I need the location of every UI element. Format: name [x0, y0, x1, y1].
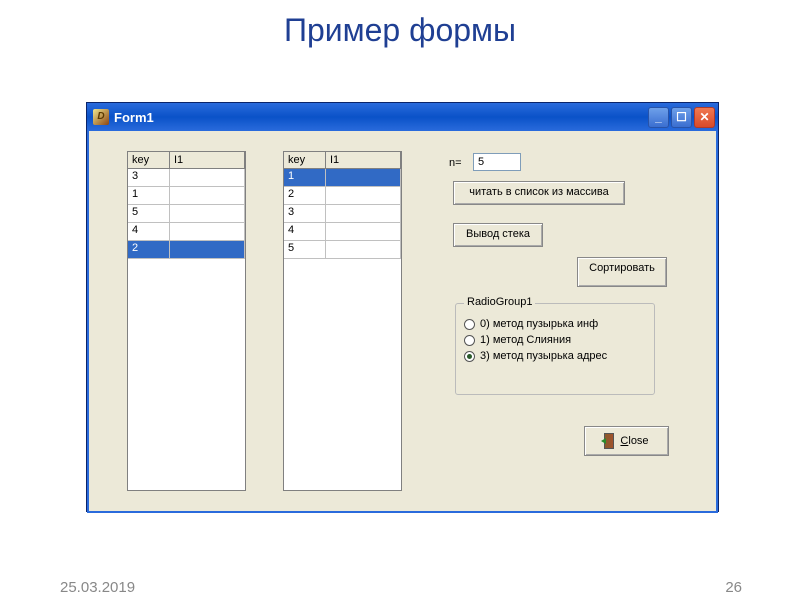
n-label: n=: [449, 157, 462, 169]
cell-i1: [170, 223, 245, 240]
cell-key: 1: [128, 187, 170, 204]
cell-key: 5: [128, 205, 170, 222]
radio-item[interactable]: 3) метод пузырька адрес: [464, 350, 646, 362]
grid1-header-i1: I1: [170, 152, 245, 168]
radio-item[interactable]: 1) метод Слияния: [464, 334, 646, 346]
slide-page-number: 26: [725, 579, 742, 596]
cell-key: 2: [128, 241, 170, 258]
cell-i1: [170, 241, 245, 258]
string-grid-2[interactable]: key I1 12345: [283, 151, 402, 491]
radio-label: 3) метод пузырька адрес: [480, 350, 607, 362]
grid1-header-key: key: [128, 152, 170, 168]
table-row[interactable]: 4: [284, 223, 401, 241]
table-row[interactable]: 2: [284, 187, 401, 205]
cell-i1: [326, 241, 401, 258]
sort-button[interactable]: Сортировать: [577, 257, 667, 287]
radio-icon: [464, 335, 475, 346]
radio-group: RadioGroup1 0) метод пузырька инф1) мето…: [455, 303, 655, 395]
app-window: D Form1 _ ☐ ✕ key I1 31542 key I1 12345 …: [86, 102, 719, 512]
maximize-button[interactable]: ☐: [671, 107, 692, 128]
n-input[interactable]: [473, 153, 521, 171]
window-body: key I1 31542 key I1 12345 n= читать в сп…: [87, 131, 718, 513]
cell-key: 3: [284, 205, 326, 222]
radio-icon: [464, 351, 475, 362]
cell-key: 4: [128, 223, 170, 240]
table-row[interactable]: 2: [128, 241, 245, 259]
close-button[interactable]: Close: [584, 426, 669, 456]
radio-icon: [464, 319, 475, 330]
window-title: Form1: [114, 110, 648, 125]
cell-i1: [326, 187, 401, 204]
cell-key: 3: [128, 169, 170, 186]
radio-item[interactable]: 0) метод пузырька инф: [464, 318, 646, 330]
slide-date: 25.03.2019: [60, 579, 135, 596]
cell-key: 4: [284, 223, 326, 240]
minimize-button[interactable]: _: [648, 107, 669, 128]
cell-key: 2: [284, 187, 326, 204]
string-grid-1[interactable]: key I1 31542: [127, 151, 246, 491]
grid1-header: key I1: [128, 152, 245, 169]
grid2-header: key I1: [284, 152, 401, 169]
slide-title: Пример формы: [0, 12, 800, 49]
radio-label: 1) метод Слияния: [480, 334, 571, 346]
table-row[interactable]: 3: [128, 169, 245, 187]
read-list-button[interactable]: читать в список из массива: [453, 181, 625, 205]
door-icon: [604, 433, 614, 449]
table-row[interactable]: 4: [128, 223, 245, 241]
cell-i1: [326, 205, 401, 222]
cell-i1: [326, 223, 401, 240]
radio-label: 0) метод пузырька инф: [480, 318, 598, 330]
cell-key: 5: [284, 241, 326, 258]
grid2-header-key: key: [284, 152, 326, 168]
stack-output-button[interactable]: Вывод стека: [453, 223, 543, 247]
cell-key: 1: [284, 169, 326, 186]
cell-i1: [326, 169, 401, 186]
table-row[interactable]: 1: [128, 187, 245, 205]
cell-i1: [170, 205, 245, 222]
app-icon: D: [93, 109, 109, 125]
table-row[interactable]: 1: [284, 169, 401, 187]
window-controls: _ ☐ ✕: [648, 107, 715, 128]
grid2-header-i1: I1: [326, 152, 401, 168]
close-window-button[interactable]: ✕: [694, 107, 715, 128]
radio-group-caption: RadioGroup1: [464, 296, 535, 308]
cell-i1: [170, 187, 245, 204]
titlebar[interactable]: D Form1 _ ☐ ✕: [87, 103, 718, 131]
table-row[interactable]: 5: [284, 241, 401, 259]
close-button-label: Close: [620, 435, 648, 447]
table-row[interactable]: 5: [128, 205, 245, 223]
table-row[interactable]: 3: [284, 205, 401, 223]
cell-i1: [170, 169, 245, 186]
